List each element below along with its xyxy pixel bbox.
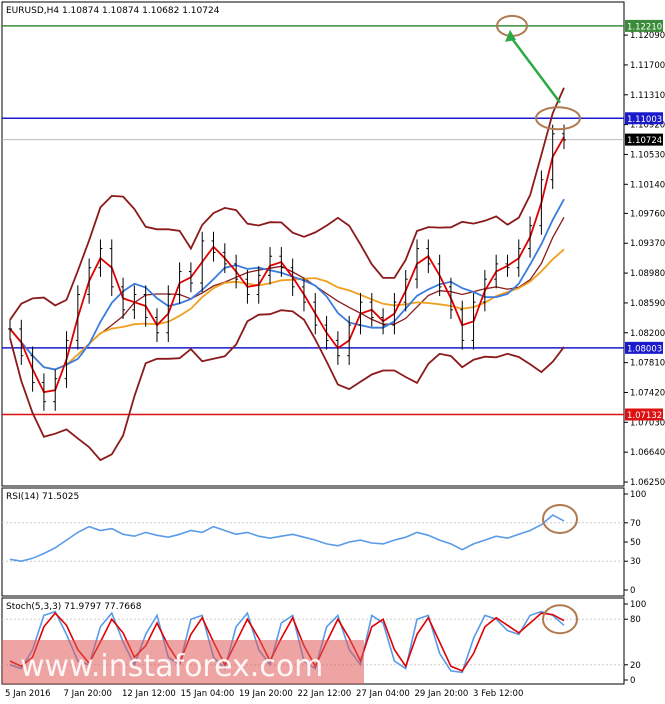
y-tick-label: 1.07420 (630, 388, 665, 398)
stoch-tick-label: 100 (630, 600, 646, 610)
chart-canvas: 1.120901.117001.113101.109201.105301.101… (1, 1, 665, 699)
stoch-tick-label: 80 (630, 615, 641, 625)
level-label-support_low: 1.07132 (627, 411, 662, 421)
rsi-tick-label: 70 (630, 519, 641, 529)
y-tick-label: 1.12090 (630, 31, 665, 41)
rsi-tick-label: 30 (630, 557, 641, 567)
stoch-tick-label: 0 (630, 676, 635, 686)
x-tick-label: 12 Jan 12:00 (122, 689, 176, 699)
y-tick-label: 1.08590 (630, 299, 665, 309)
chart-window: 1.12090 1.11700 1.11310 1.10920 1.10530 1.101… (0, 0, 665, 704)
current-price-label: 1.10724 (627, 136, 662, 146)
level-label-support_mid: 1.08003 (627, 344, 662, 354)
watermark-text: www.instaforex.com (20, 649, 323, 684)
rsi-panel-frame (1, 487, 625, 597)
y-tick-label: 1.07810 (630, 359, 665, 369)
y-tick-label: 1.11700 (630, 61, 665, 71)
x-tick-label: 5 Jan 2016 (5, 689, 51, 699)
rsi-tick-label: 0 (630, 586, 635, 596)
y-tick-label: 1.10140 (630, 180, 665, 190)
chart-header: EURUSD,H4 1.10874 1.10874 1.10682 1.1072… (6, 6, 220, 16)
rsi-tick-label: 100 (630, 490, 646, 500)
stoch-tick-label: 20 (630, 661, 641, 671)
y-tick-label: 1.08200 (630, 329, 665, 339)
level-label-resistance_mid: 1.11003 (627, 115, 662, 125)
y-tick-label: 1.08980 (630, 269, 665, 279)
x-tick-label: 3 Feb 12:00 (473, 689, 523, 699)
rsi-tick-label: 50 (630, 538, 641, 548)
x-tick-label: 22 Jan 12:00 (298, 689, 352, 699)
x-tick-label: 29 Jan 20:00 (415, 689, 469, 699)
level-label-resistance_top: 1.12210 (627, 22, 662, 32)
y-tick-label: 1.09760 (630, 209, 665, 219)
y-tick-label: 1.11310 (630, 91, 665, 101)
main-panel-frame (1, 1, 625, 487)
y-tick-label: 1.06640 (630, 448, 665, 458)
y-tick-label: 1.10530 (630, 150, 665, 160)
y-tick-label: 1.06250 (630, 478, 665, 488)
x-tick-label: 15 Jan 04:00 (181, 689, 235, 699)
stoch-label: Stoch(5,3,3) 71.9797 77.7668 (6, 602, 142, 612)
x-tick-label: 7 Jan 20:00 (64, 689, 112, 699)
rsi-label: RSI(14) 71.5025 (6, 492, 79, 502)
x-tick-label: 19 Jan 20:00 (239, 689, 293, 699)
y-tick-label: 1.09370 (630, 239, 665, 249)
x-tick-label: 27 Jan 04:00 (356, 689, 410, 699)
